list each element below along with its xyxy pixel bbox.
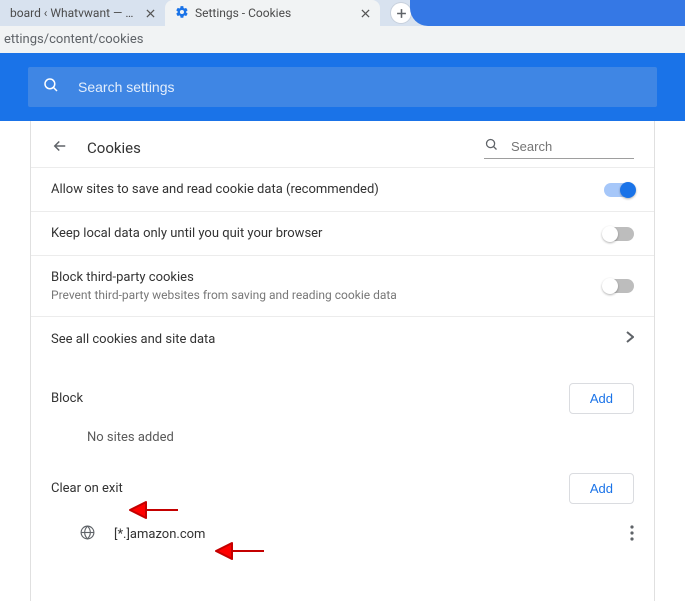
- setting-see-all-cookies[interactable]: See all cookies and site data: [31, 316, 654, 361]
- gear-icon: [175, 5, 189, 22]
- add-clear-on-exit-button[interactable]: Add: [569, 473, 634, 504]
- site-url: [*.]amazon.com: [114, 527, 612, 542]
- section-clear-on-exit-header: Clear on exit Add: [31, 451, 654, 514]
- clear-on-exit-site-row: [*.]amazon.com: [31, 514, 654, 555]
- toggle-block-third-party[interactable]: [604, 279, 634, 293]
- search-settings-field[interactable]: [28, 67, 657, 107]
- setting-sublabel: Prevent third-party websites from saving…: [51, 288, 592, 302]
- toggle-keep-local[interactable]: [604, 227, 634, 241]
- setting-keep-local[interactable]: Keep local data only until you quit your…: [31, 211, 654, 255]
- section-block-header: Block Add: [31, 361, 654, 424]
- add-block-button[interactable]: Add: [569, 383, 634, 414]
- search-icon: [42, 76, 60, 98]
- address-path: ettings/content/cookies: [4, 32, 143, 47]
- search-settings-input[interactable]: [76, 78, 643, 96]
- chevron-right-icon: [626, 331, 634, 347]
- setting-label: Keep local data only until you quit your…: [51, 226, 592, 241]
- tab-title: board ‹ Whatvwant — Wor…: [10, 6, 137, 20]
- close-icon[interactable]: [143, 6, 157, 20]
- section-title: Clear on exit: [51, 481, 569, 496]
- close-icon[interactable]: [358, 6, 372, 20]
- browser-tabstrip: board ‹ Whatvwant — Wor… Settings - Cook…: [0, 0, 685, 26]
- tab-title: Settings - Cookies: [195, 6, 352, 20]
- setting-label: See all cookies and site data: [51, 332, 614, 347]
- block-empty-message: No sites added: [31, 424, 654, 451]
- back-button[interactable]: [51, 137, 69, 159]
- page-title: Cookies: [87, 139, 466, 157]
- inpage-search-input[interactable]: [509, 138, 634, 155]
- globe-icon: [79, 524, 96, 545]
- setting-label: Block third-party cookies: [51, 270, 592, 285]
- settings-panel: Cookies Allow sites to save and read coo…: [30, 121, 655, 601]
- toggle-allow-cookies[interactable]: [604, 183, 634, 197]
- tabstrip-accent: [410, 0, 685, 26]
- setting-allow-cookies[interactable]: Allow sites to save and read cookie data…: [31, 167, 654, 211]
- setting-label: Allow sites to save and read cookie data…: [51, 182, 592, 197]
- setting-block-third-party[interactable]: Block third-party cookies Prevent third-…: [31, 255, 654, 316]
- inpage-search[interactable]: [484, 137, 634, 159]
- section-title: Block: [51, 391, 569, 406]
- settings-search-banner: [0, 53, 685, 121]
- search-icon: [484, 137, 499, 156]
- address-bar[interactable]: ettings/content/cookies: [0, 26, 685, 53]
- more-options-button[interactable]: [630, 525, 634, 545]
- browser-tab-inactive[interactable]: board ‹ Whatvwant — Wor…: [0, 0, 165, 26]
- browser-tab-active[interactable]: Settings - Cookies: [165, 0, 380, 26]
